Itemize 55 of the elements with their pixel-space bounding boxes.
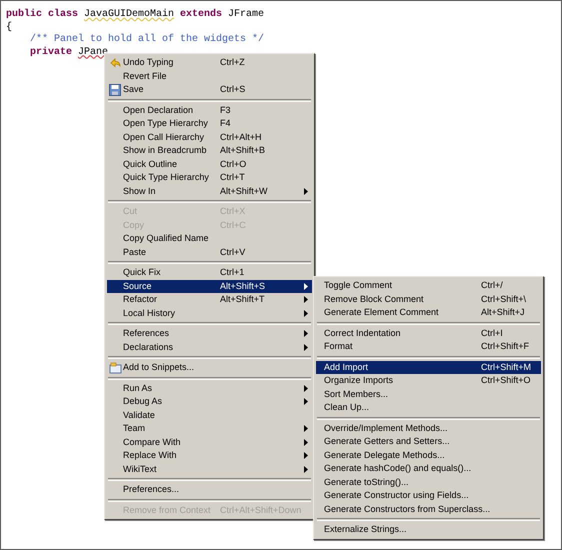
code-keyword: extends (179, 9, 224, 20)
menu-item[interactable]: Toggle Comment Ctrl+/ (316, 279, 541, 292)
code-comment: /** Panel to hold all of the widgets */ (29, 34, 264, 45)
menu-item[interactable]: Remove Block Comment Ctrl+Shift+\ (316, 292, 541, 306)
menu-item[interactable]: Generate Delegate Methods... (316, 448, 541, 462)
menu-item[interactable]: Quick Fix Ctrl+1 (107, 266, 312, 280)
menu-item[interactable]: Local History (107, 306, 312, 320)
menu-item[interactable]: Override/Implement Methods... (316, 422, 541, 435)
undo-arrow-icon (108, 56, 122, 69)
menu-item[interactable]: Undo Typing Ctrl+Z (107, 56, 312, 70)
menu-item[interactable]: Generate hashCode() and equals()... (316, 462, 541, 476)
code-keyword: public class (6, 9, 80, 20)
menu-item[interactable]: Show In Alt+Shift+W (107, 184, 312, 198)
code-keyword: private (29, 46, 74, 58)
menu-item[interactable]: Copy Qualified Name (107, 232, 312, 246)
menu-item[interactable]: Compare With (107, 436, 312, 449)
menu-item[interactable]: Save Ctrl+S (107, 83, 312, 96)
menu-item[interactable]: Externalize Strings... (316, 523, 541, 536)
menu-item[interactable]: Generate Constructors from Superclass... (316, 502, 541, 516)
menu-item[interactable]: Generate Getters and Setters... (316, 435, 541, 448)
menu-item[interactable]: Team (107, 422, 312, 436)
code-text: { (6, 22, 12, 32)
menu-item[interactable]: Open Declaration F3 (107, 104, 312, 117)
menu-item[interactable]: Add Import Ctrl+Shift+M (316, 360, 541, 374)
menu-item[interactable]: Format Ctrl+Shift+F (316, 340, 541, 354)
menu-item[interactable]: Open Type Hierarchy F4 (107, 117, 312, 130)
menu-item[interactable]: Run As (107, 382, 312, 395)
menu-item[interactable]: Generate Constructor using Fields... (316, 489, 541, 502)
menu-item[interactable]: Debug As (107, 395, 312, 408)
menu-item[interactable]: Organize Imports Ctrl+Shift+O (316, 374, 541, 388)
menu-item[interactable]: Refactor Alt+Shift+T (107, 293, 312, 306)
menu-item[interactable]: References (107, 327, 312, 340)
menu-item[interactable]: Show in Breadcrumb Alt+Shift+B (107, 144, 312, 158)
menu-item[interactable]: Paste Ctrl+V (107, 246, 312, 259)
menu-item[interactable]: Sort Members... (316, 388, 541, 401)
menu-item[interactable]: Source Alt+Shift+S (107, 280, 312, 293)
snippet-icon (108, 362, 122, 374)
code-text: JPane (78, 46, 108, 58)
menu-item[interactable]: Generate Element Comment Alt+Shift+J (316, 306, 541, 320)
menu-item[interactable]: Validate (107, 408, 312, 422)
menu-item[interactable]: Preferences... (107, 483, 312, 496)
menu-item[interactable]: Generate toString()... (316, 476, 541, 489)
menu-item[interactable]: Replace With (107, 449, 312, 462)
menu-item[interactable]: Add to Snippets... (107, 361, 312, 374)
menu-item[interactable]: Clean Up... (316, 401, 541, 414)
menu-item[interactable]: Declarations (107, 340, 312, 354)
code-text: JavaGUIDemoMain (84, 9, 174, 20)
menu-item[interactable]: Correct Indentation Ctrl+I (316, 326, 541, 340)
menu-item[interactable]: Open Call Hierarchy Ctrl+Alt+H (107, 130, 312, 144)
menu-item[interactable]: Quick Outline Ctrl+O (107, 158, 312, 171)
code-text: JFrame (228, 9, 264, 20)
save-icon (109, 84, 121, 96)
menu-item[interactable]: Quick Type Hierarchy Ctrl+T (107, 171, 312, 184)
menu-item[interactable]: WikiText (107, 462, 312, 476)
menu-item[interactable]: Revert File (107, 70, 312, 83)
